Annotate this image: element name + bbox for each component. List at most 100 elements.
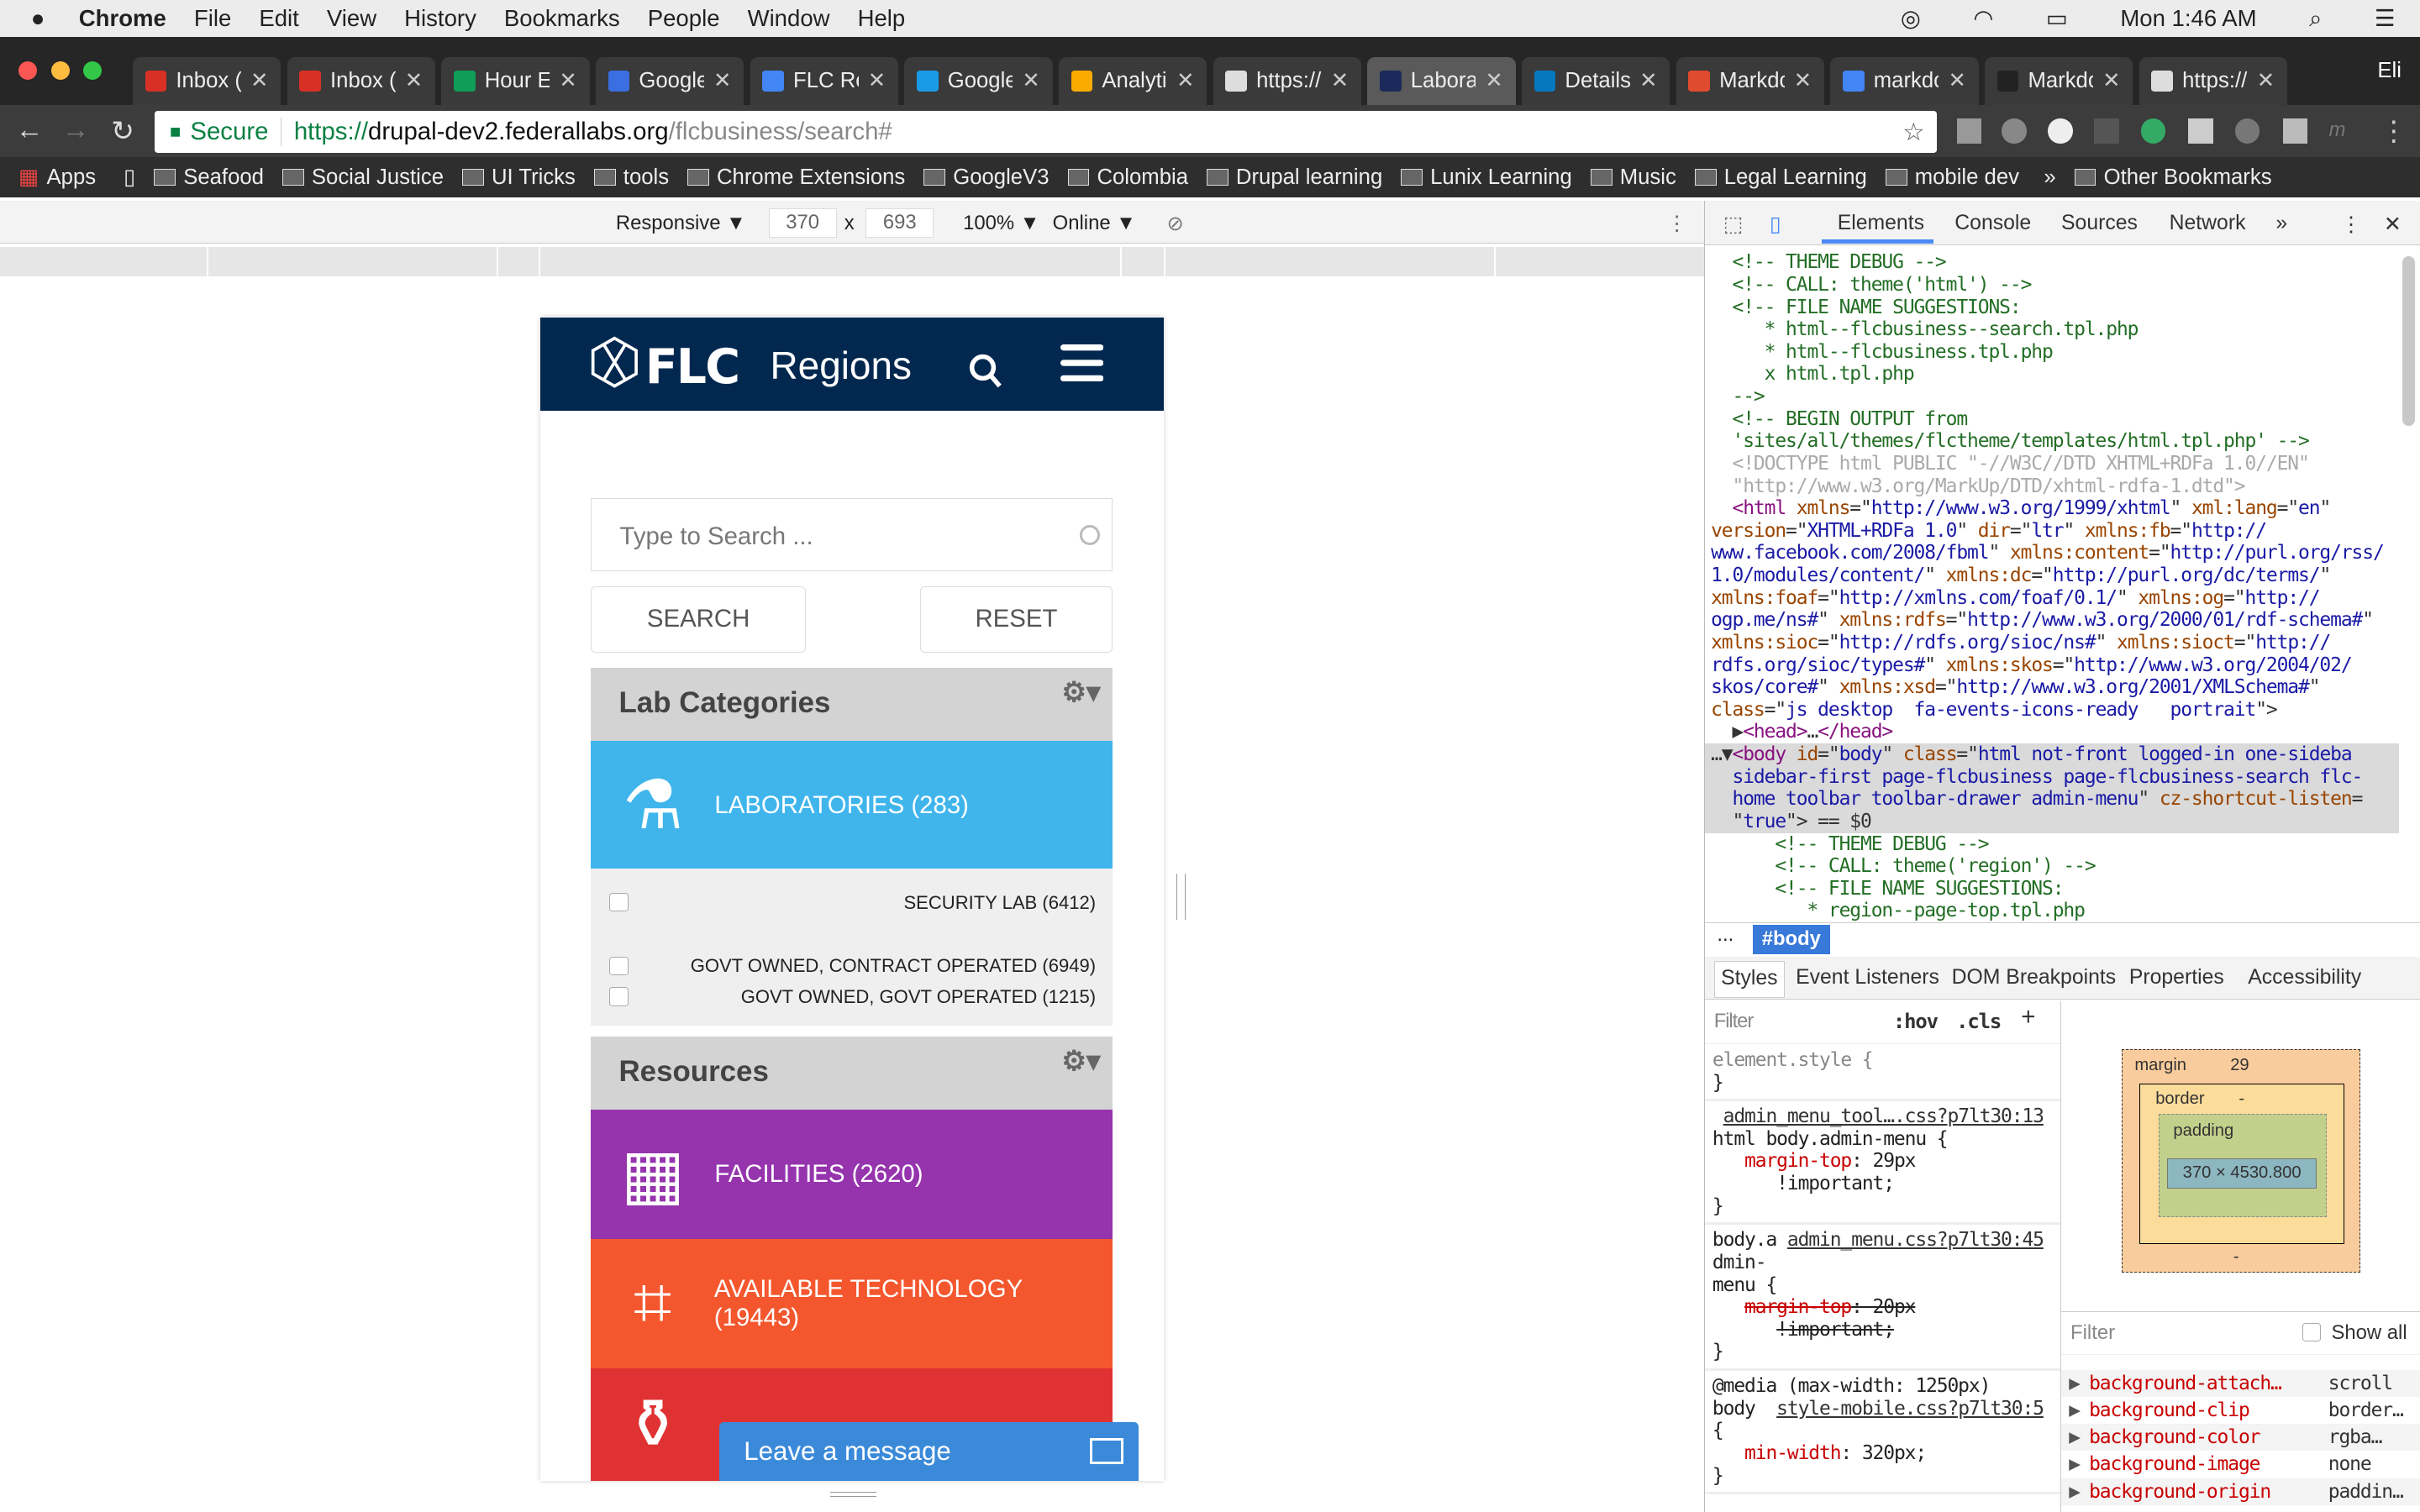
technology-category[interactable]: ⌗ AVAILABLE TECHNOLOGY (19443) xyxy=(591,1238,1113,1369)
browser-tab[interactable]: Markdo ✕ xyxy=(1985,56,2133,105)
dom-node-line[interactable]: www.facebook.com/2008/fbml" xmlns:conten… xyxy=(1705,542,2400,564)
extension-web-icon[interactable] xyxy=(2002,118,2027,144)
dom-node-line[interactable]: …▼<body id="body" class="html not-front … xyxy=(1704,743,2400,766)
browser-tab[interactable]: https:// ✕ xyxy=(2139,56,2288,105)
clock[interactable]: Mon 1:46 AM xyxy=(2120,5,2256,32)
facilities-category[interactable]: ▦ FACILITIES (2620) xyxy=(591,1109,1113,1239)
property-value[interactable]: : 29px xyxy=(1851,1150,1916,1172)
close-tab-icon[interactable]: ✕ xyxy=(1331,68,1349,93)
extension-up-icon[interactable] xyxy=(2188,118,2213,144)
minimize-window-button[interactable] xyxy=(50,61,70,81)
hov-toggle[interactable]: :hov xyxy=(1893,1010,1939,1033)
menu-edit[interactable]: Edit xyxy=(259,5,298,32)
expand-arrow-icon[interactable]: ▶ xyxy=(2069,1424,2081,1451)
bookmark-folder[interactable]: UI Tricks xyxy=(462,165,576,190)
dom-node-line[interactable]: * region--page-top.tpl.php xyxy=(1705,900,2400,922)
expand-arrow-icon[interactable]: ▶ xyxy=(2069,1478,2081,1505)
close-tab-icon[interactable]: ✕ xyxy=(405,68,424,93)
dom-node-line[interactable]: "http://www.w3.org/MarkUp/DTD/xhtml-rdfa… xyxy=(1705,475,2400,498)
dom-node-line[interactable]: skos/core#" xmlns:xsd="http://www.w3.org… xyxy=(1705,676,2400,699)
expand-arrow-icon[interactable]: ▶ xyxy=(2069,1370,2081,1397)
styles-filter-input[interactable]: Filter :hov .cls + xyxy=(1704,1001,2061,1045)
property-value[interactable]: : 20px xyxy=(1851,1296,1916,1318)
tab-sources[interactable]: Sources xyxy=(2061,212,2138,235)
rotate-icon[interactable]: ⊘ xyxy=(1167,212,1184,236)
property-name[interactable]: min-width xyxy=(1744,1442,1841,1464)
source-link[interactable]: admin_menu.css?p7lt30:45 xyxy=(1787,1229,2044,1251)
apple-icon[interactable]: ● xyxy=(31,5,45,32)
computed-property-row[interactable]: ▶ background-image none xyxy=(2061,1451,2420,1478)
dom-node-line[interactable]: version="XHTML+RDFa 1.0" dir="ltr" xmlns… xyxy=(1705,520,2400,543)
media-query-ruler[interactable] xyxy=(0,246,1704,276)
property-name[interactable]: margin-top xyxy=(1744,1296,1852,1318)
computed-property-row[interactable]: ▶ background-color rgba… xyxy=(2061,1424,2420,1452)
margin-top-value[interactable]: 29 xyxy=(2230,1056,2249,1075)
checkbox[interactable] xyxy=(609,987,629,1006)
reset-button[interactable]: RESET xyxy=(919,585,1113,653)
network-throttle-select[interactable]: Online ▼ xyxy=(1053,212,1136,235)
close-tab-icon[interactable]: ✕ xyxy=(1022,68,1040,93)
dom-node-line[interactable]: "true"> == $0 xyxy=(1704,810,2400,833)
bookmark-folder[interactable]: Chrome Extensions xyxy=(687,165,905,190)
menu-file[interactable]: File xyxy=(194,5,231,32)
dom-node-line[interactable]: <!-- CALL: theme('region') --> xyxy=(1705,855,2400,878)
breadcrumb-ellipsis[interactable]: ... xyxy=(1717,923,1733,947)
bookmark-folder[interactable]: mobile dev xyxy=(1885,165,2019,190)
bookmark-folder[interactable]: Colombia xyxy=(1067,165,1188,190)
menu-people[interactable]: People xyxy=(648,5,720,32)
settings-gear-icon[interactable]: ⚙▾ xyxy=(1061,675,1100,709)
extension-m-icon[interactable]: m xyxy=(2329,118,2354,143)
subtab-accessibility[interactable]: Accessibility xyxy=(2248,966,2361,990)
menu-history[interactable]: History xyxy=(404,5,476,32)
source-link[interactable]: admin_menu_tool….css?p7lt30:13 xyxy=(1723,1105,2044,1127)
browser-tab[interactable]: Google ✕ xyxy=(595,56,744,105)
dom-node-line[interactable]: <!-- BEGIN OUTPUT from xyxy=(1705,408,2400,431)
new-rule-button[interactable]: + xyxy=(2021,1004,2035,1029)
close-tab-icon[interactable]: ✕ xyxy=(868,68,886,93)
browser-tab[interactable]: Google ✕ xyxy=(904,56,1053,105)
bookmark-folder[interactable]: Social Justice xyxy=(282,165,444,190)
devtools-menu-icon[interactable]: ⋮ xyxy=(2340,212,2361,237)
dom-node-line[interactable]: 'sites/all/themes/flctheme/templates/htm… xyxy=(1705,430,2400,453)
reload-icon[interactable]: ↻ xyxy=(111,114,134,148)
dom-node-line[interactable]: ogp.me/ns#" xmlns:rdfs="http://www.w3.or… xyxy=(1705,609,2400,632)
device-more-icon[interactable]: ⋮ xyxy=(1667,212,1687,236)
dom-node-line[interactable]: ▶<head>…</head> xyxy=(1705,721,2400,743)
creative-cloud-icon[interactable]: ◎ xyxy=(1901,5,1921,32)
device-width-input[interactable]: 370 xyxy=(768,207,837,238)
bookmark-folder[interactable]: Seafood xyxy=(154,165,264,190)
viewport-bottom-resize-handle[interactable] xyxy=(830,1492,877,1497)
dom-node-line[interactable]: class="js desktop fa-events-icons-ready … xyxy=(1705,699,2400,722)
content-box[interactable]: 370 × 4530.800 xyxy=(2167,1158,2317,1189)
subtab-properties[interactable]: Properties xyxy=(2129,966,2224,990)
dom-node-line[interactable]: <!-- FILE NAME SUGGESTIONS: xyxy=(1705,297,2400,319)
close-tab-icon[interactable]: ✕ xyxy=(713,68,732,93)
settings-gear-icon[interactable]: ⚙▾ xyxy=(1061,1044,1100,1078)
search-button[interactable]: SEARCH xyxy=(591,585,806,653)
browser-tab[interactable]: FLC Re ✕ xyxy=(750,56,898,105)
close-tab-icon[interactable]: ✕ xyxy=(1948,68,1966,93)
extension-gear-icon[interactable] xyxy=(2234,118,2260,144)
elements-tree[interactable]: <!-- THEME DEBUG --> <!-- CALL: theme('h… xyxy=(1704,247,2400,922)
bookmark-apps[interactable]: ▦ Apps xyxy=(18,165,96,190)
close-tab-icon[interactable]: ✕ xyxy=(250,68,269,93)
menu-app-name[interactable]: Chrome xyxy=(79,5,166,32)
close-tab-icon[interactable]: ✕ xyxy=(1485,68,1503,93)
dom-node-line[interactable]: xmlns:foaf="http://xmlns.com/foaf/0.1/" … xyxy=(1705,587,2400,610)
browser-tab[interactable]: Details ✕ xyxy=(1522,56,1670,105)
css-rule[interactable]: body.a admin_menu.css?p7lt30:45 dmin- me… xyxy=(1704,1225,2061,1371)
browser-tab[interactable]: Markdo ✕ xyxy=(1676,56,1824,105)
property-name[interactable]: margin-top xyxy=(1744,1150,1852,1172)
leave-message-widget[interactable]: Leave a message xyxy=(718,1422,1139,1482)
dom-node-line[interactable]: <!-- THEME DEBUG --> xyxy=(1705,833,2400,856)
device-height-input[interactable]: 693 xyxy=(865,207,934,238)
filter-label[interactable]: GOVT OWNED, GOVT OPERATED (1215) xyxy=(741,986,1096,1008)
menu-view[interactable]: View xyxy=(327,5,376,32)
dom-node-line[interactable]: home toolbar toolbar-drawer admin-menu" … xyxy=(1704,788,2400,811)
close-tab-icon[interactable]: ✕ xyxy=(2102,68,2121,93)
dom-node-line[interactable]: <html xmlns="http://www.w3.org/1999/xhtm… xyxy=(1705,497,2400,520)
menu-bookmarks[interactable]: Bookmarks xyxy=(504,5,620,32)
spotlight-icon[interactable]: ⌕ xyxy=(2309,5,2322,33)
extension-film-icon[interactable] xyxy=(2094,118,2119,144)
close-tab-icon[interactable]: ✕ xyxy=(2257,68,2275,93)
